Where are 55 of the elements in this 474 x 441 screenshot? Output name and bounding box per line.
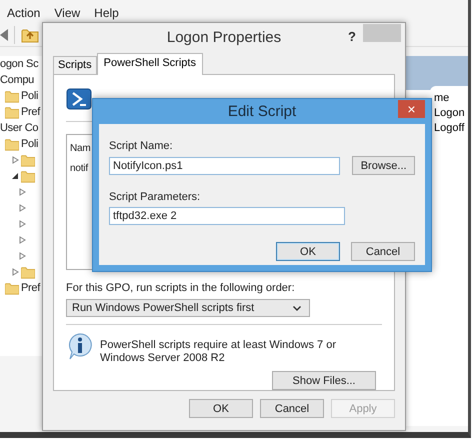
header-band <box>405 56 468 90</box>
back-arrow-icon[interactable] <box>0 29 8 41</box>
folder-up-icon[interactable] <box>21 27 39 43</box>
folder-icon <box>5 282 19 294</box>
tree-item[interactable]: ogon Sc <box>0 58 38 70</box>
dialog-button[interactable]: OK <box>189 399 253 418</box>
folder-icon <box>21 266 35 278</box>
list-item[interactable]: notif <box>70 162 88 174</box>
list-item[interactable]: Logoff <box>434 122 468 134</box>
info-text: PowerShell scripts require at least Windows 7 or Windows Server 2008 R2 <box>100 339 337 366</box>
menu-item[interactable]: View <box>53 6 82 24</box>
folder-icon <box>21 170 35 182</box>
expand-arrow-icon[interactable] <box>19 236 26 244</box>
help-button[interactable]: ? <box>348 29 356 44</box>
tab[interactable]: PowerShell Scripts <box>96 53 203 75</box>
tree-item[interactable]: Poli <box>21 138 38 150</box>
folder-icon <box>5 90 19 102</box>
dialog-button[interactable]: Cancel <box>260 399 324 418</box>
tab[interactable]: Scripts <box>53 56 97 74</box>
chevron-down-icon <box>293 306 301 311</box>
tree-item[interactable]: Compu <box>0 74 34 86</box>
expand-arrow-icon[interactable] <box>19 204 26 212</box>
tree-item[interactable]: Pref <box>21 282 40 294</box>
expand-arrow-icon[interactable] <box>12 268 19 276</box>
powershell-icon <box>66 88 92 110</box>
window-title: Edit Script <box>228 103 296 120</box>
column-header[interactable]: me <box>434 92 468 104</box>
close-button[interactable]: × <box>398 100 425 118</box>
expand-arrow-icon[interactable] <box>19 252 26 260</box>
field-label: Script Name: <box>109 140 174 152</box>
dialog-button[interactable]: Cancel <box>351 242 415 261</box>
script-parameters-field[interactable]: tftpd32.exe 2 <box>109 207 345 225</box>
browse-button[interactable]: Browse... <box>352 156 415 175</box>
folder-icon <box>5 106 19 118</box>
expand-arrow-icon[interactable] <box>19 188 26 196</box>
menu-item[interactable]: Help <box>93 6 120 24</box>
menu-item[interactable]: Action <box>6 6 42 24</box>
show-files-button[interactable]: Show Files... <box>272 371 376 390</box>
window-title: Logon Properties <box>166 28 282 46</box>
list-item[interactable]: Logon <box>434 107 468 119</box>
collapse-arrow-icon[interactable] <box>12 172 19 180</box>
tree-item[interactable]: Poli <box>21 90 38 102</box>
folder-icon <box>5 138 19 150</box>
info-icon <box>66 332 94 360</box>
tree-item[interactable]: User Co <box>0 122 38 134</box>
folder-icon <box>21 154 35 166</box>
order-dropdown[interactable]: Run Windows PowerShell scripts first <box>66 299 310 318</box>
dialog-button[interactable]: OK <box>276 242 340 261</box>
field-label: Script Parameters: <box>109 191 202 203</box>
order-label: For this GPO, run scripts in the following order: <box>66 282 296 294</box>
script-name-field[interactable]: NotifyIcon.ps1 <box>109 156 340 174</box>
column-header[interactable]: Nam <box>70 142 91 154</box>
expand-arrow-icon[interactable] <box>19 220 26 228</box>
tree-item[interactable]: Pref <box>21 106 40 118</box>
expand-arrow-icon[interactable] <box>12 156 19 164</box>
